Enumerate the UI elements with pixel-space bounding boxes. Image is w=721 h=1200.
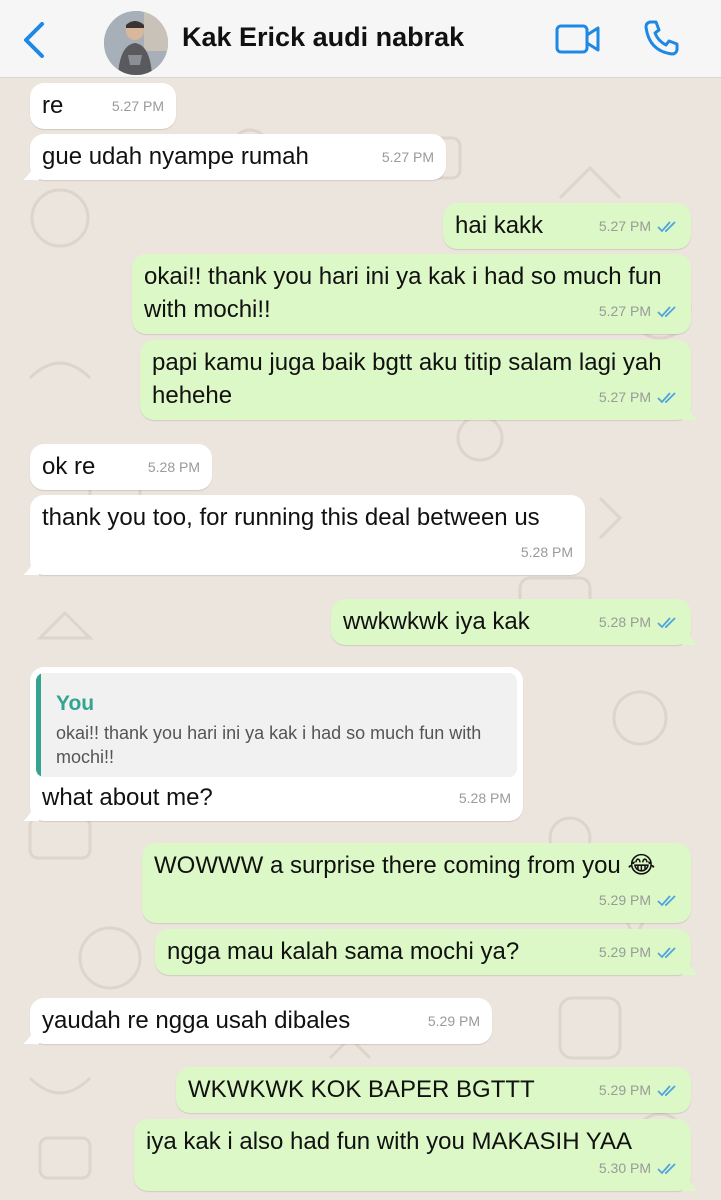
back-button[interactable] bbox=[18, 20, 50, 60]
message-list[interactable]: re 5.27 PM gue udah nyampe rumah 5.27 PM… bbox=[0, 78, 721, 1200]
message-time: 5.27 PM bbox=[598, 389, 651, 405]
outgoing-message[interactable]: WKWKWK KOK BAPER BGTTT 5.29 PM bbox=[176, 1067, 691, 1113]
read-receipt-icon bbox=[657, 1084, 676, 1096]
quoted-message[interactable]: You okai!! thank you hari ini ya kak i h… bbox=[36, 673, 517, 777]
message-text: thank you too, for running this deal bet… bbox=[42, 504, 540, 531]
phone-icon bbox=[644, 20, 679, 56]
outgoing-message[interactable]: ngga mau kalah sama mochi ya? 5.29 PM bbox=[155, 929, 698, 975]
outgoing-message[interactable]: okai!! thank you hari ini ya kak i had s… bbox=[132, 254, 691, 334]
message-meta: 5.28 PM bbox=[521, 536, 573, 569]
read-receipt-icon bbox=[657, 894, 676, 906]
incoming-reply-message[interactable]: You okai!! thank you hari ini ya kak i h… bbox=[23, 667, 523, 821]
message-meta: 5.29 PM bbox=[599, 884, 679, 917]
message-meta: 5.29 PM bbox=[599, 936, 679, 969]
bubble-tail bbox=[23, 559, 39, 575]
outgoing-message[interactable]: WOWWW a surprise there coming from you 😂… bbox=[142, 843, 691, 923]
bubble-tail bbox=[23, 164, 39, 180]
message-time: 5.29 PM bbox=[427, 1013, 480, 1029]
message-time: 5.28 PM bbox=[598, 614, 651, 630]
bubble-tail bbox=[23, 805, 39, 821]
incoming-message[interactable]: gue udah nyampe rumah 5.27 PM bbox=[23, 134, 446, 180]
outgoing-message[interactable]: wwkwkwk iya kak 5.28 PM bbox=[331, 599, 698, 645]
message-meta: 5.30 PM bbox=[599, 1152, 679, 1185]
read-receipt-icon bbox=[657, 391, 676, 403]
contact-avatar[interactable] bbox=[104, 11, 168, 75]
message-meta: 5.27 PM bbox=[599, 295, 679, 328]
message-meta: 5.29 PM bbox=[599, 1074, 679, 1107]
message-meta: 5.28 PM bbox=[148, 451, 200, 484]
incoming-message[interactable]: yaudah re ngga usah dibales 5.29 PM bbox=[23, 998, 492, 1044]
message-meta: 5.28 PM bbox=[599, 606, 679, 639]
outgoing-message[interactable]: papi kamu juga baik bgtt aku titip salam… bbox=[140, 340, 698, 420]
incoming-message[interactable]: thank you too, for running this deal bet… bbox=[23, 495, 585, 575]
message-meta: 5.27 PM bbox=[599, 210, 679, 243]
bubble-tail bbox=[23, 1028, 39, 1044]
read-receipt-icon bbox=[657, 946, 676, 958]
voice-call-button[interactable] bbox=[641, 18, 681, 58]
message-text: yaudah re ngga usah dibales bbox=[42, 1007, 351, 1034]
message-text: WOWWW a surprise there coming from you 😂 bbox=[154, 852, 656, 879]
read-receipt-icon bbox=[657, 305, 676, 317]
video-call-button[interactable] bbox=[555, 22, 601, 56]
message-text: what about me? bbox=[42, 784, 213, 811]
message-meta: 5.29 PM bbox=[428, 1005, 480, 1038]
message-meta: 5.27 PM bbox=[112, 90, 164, 123]
video-camera-icon bbox=[555, 24, 600, 54]
bubble-tail bbox=[682, 1175, 698, 1191]
read-receipt-icon bbox=[657, 1162, 676, 1174]
chat-header: Kak Erick audi nabrak bbox=[0, 0, 721, 78]
message-time: 5.29 PM bbox=[598, 892, 651, 908]
message-time: 5.27 PM bbox=[111, 98, 164, 114]
quote-accent-bar bbox=[36, 673, 41, 777]
message-meta: 5.28 PM bbox=[459, 782, 511, 815]
quote-text: okai!! thank you hari ini ya kak i had s… bbox=[56, 723, 482, 767]
message-time: 5.28 PM bbox=[147, 459, 200, 475]
read-receipt-icon bbox=[657, 616, 676, 628]
outgoing-message[interactable]: hai kakk 5.27 PM bbox=[443, 203, 691, 249]
contact-name[interactable]: Kak Erick audi nabrak bbox=[182, 22, 464, 53]
message-time: 5.28 PM bbox=[458, 790, 511, 806]
message-time: 5.29 PM bbox=[598, 944, 651, 960]
message-time: 5.27 PM bbox=[381, 149, 434, 165]
message-time: 5.27 PM bbox=[598, 218, 651, 234]
read-receipt-icon bbox=[657, 220, 676, 232]
bubble-tail bbox=[682, 959, 698, 975]
message-time: 5.28 PM bbox=[520, 544, 573, 560]
quote-author: You bbox=[56, 692, 95, 715]
message-time: 5.29 PM bbox=[598, 1082, 651, 1098]
chevron-left-icon bbox=[24, 22, 44, 58]
bubble-tail bbox=[682, 629, 698, 645]
incoming-message[interactable]: re 5.27 PM bbox=[30, 83, 176, 129]
message-time: 5.30 PM bbox=[598, 1160, 651, 1176]
incoming-message[interactable]: ok re 5.28 PM bbox=[30, 444, 212, 490]
message-time: 5.27 PM bbox=[598, 303, 651, 319]
bubble-tail bbox=[682, 404, 698, 420]
outgoing-message[interactable]: iya kak i also had fun with you MAKASIH … bbox=[134, 1119, 698, 1191]
message-text: gue udah nyampe rumah bbox=[42, 143, 309, 170]
message-meta: 5.27 PM bbox=[382, 141, 434, 174]
message-meta: 5.27 PM bbox=[599, 381, 679, 414]
